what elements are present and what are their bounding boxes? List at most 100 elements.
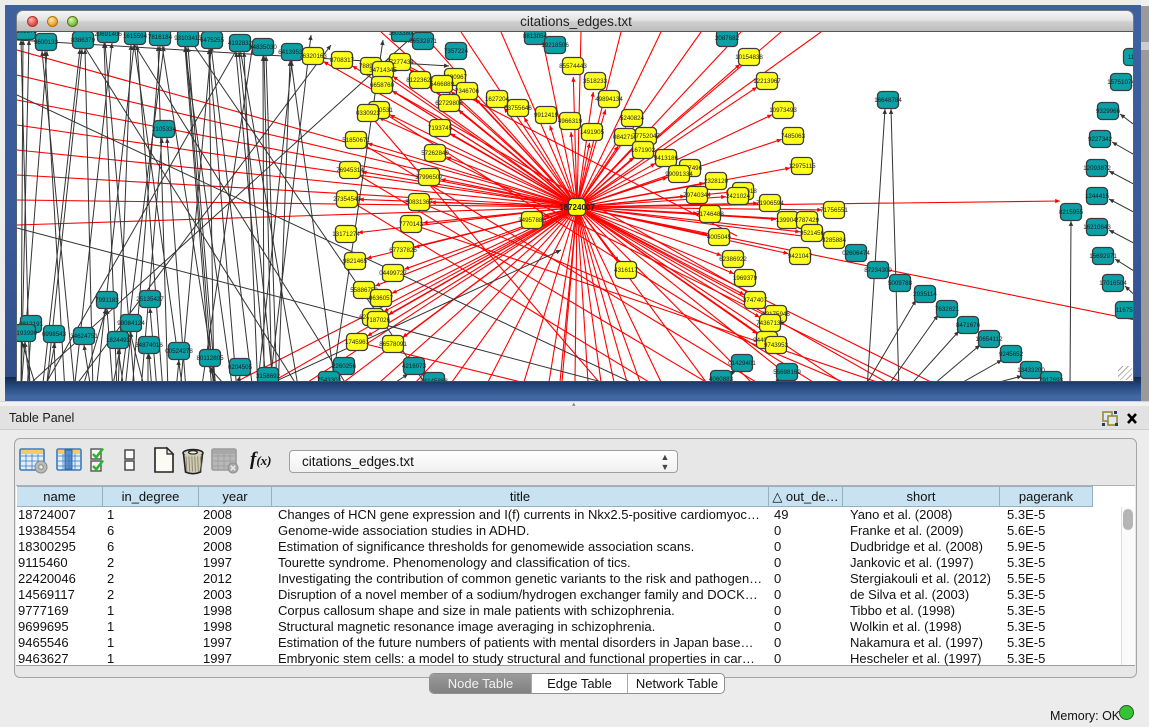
svg-text:12093872: 12093872 bbox=[1083, 165, 1111, 172]
svg-text:67737826: 67737826 bbox=[389, 247, 417, 254]
svg-text:5466889: 5466889 bbox=[430, 81, 455, 88]
svg-text:15751074: 15751074 bbox=[1107, 79, 1134, 86]
svg-text:9821465: 9821465 bbox=[343, 258, 368, 265]
svg-text:79740344: 79740344 bbox=[683, 192, 711, 199]
svg-text:96532871: 96532871 bbox=[409, 38, 437, 45]
svg-text:6658760: 6658760 bbox=[370, 82, 395, 89]
svg-text:80831367: 80831367 bbox=[405, 199, 433, 206]
svg-text:7991183: 7991183 bbox=[95, 297, 119, 304]
svg-text:19218506: 19218506 bbox=[541, 42, 569, 49]
svg-text:85574443: 85574443 bbox=[559, 63, 587, 70]
svg-text:1112: 1112 bbox=[1128, 54, 1134, 61]
svg-text:8708317: 8708317 bbox=[330, 57, 355, 64]
svg-text:27354549: 27354549 bbox=[333, 196, 361, 203]
svg-text:04499727: 04499727 bbox=[379, 270, 407, 277]
svg-text:4060883: 4060883 bbox=[709, 376, 734, 382]
svg-text:9245652: 9245652 bbox=[999, 351, 1024, 358]
svg-text:57262849: 57262849 bbox=[421, 150, 449, 157]
svg-text:76945314: 76945314 bbox=[336, 167, 364, 174]
svg-text:7770143: 7770143 bbox=[399, 221, 424, 228]
svg-text:4005045: 4005045 bbox=[707, 234, 732, 241]
svg-text:10154838: 10154838 bbox=[735, 54, 763, 61]
svg-text:55698169: 55698169 bbox=[773, 369, 801, 376]
svg-text:71756551: 71756551 bbox=[820, 207, 848, 214]
svg-text:9421047: 9421047 bbox=[788, 253, 813, 260]
svg-text:87234309: 87234309 bbox=[864, 267, 892, 274]
svg-text:3285884: 3285884 bbox=[822, 237, 847, 244]
svg-text:3158692: 3158692 bbox=[256, 373, 281, 380]
svg-text:6204505: 6204505 bbox=[228, 364, 253, 371]
svg-text:7917693: 7917693 bbox=[1039, 377, 1064, 382]
svg-text:1969379: 1969379 bbox=[733, 275, 758, 282]
svg-text:16210643: 16210643 bbox=[1083, 224, 1111, 231]
svg-text:9636057: 9636057 bbox=[369, 295, 394, 302]
svg-text:1671902: 1671902 bbox=[631, 147, 656, 154]
svg-text:7193745: 7193745 bbox=[428, 125, 453, 132]
svg-text:2328120: 2328120 bbox=[704, 178, 729, 185]
svg-text:3518233: 3518233 bbox=[583, 78, 608, 85]
svg-text:1605572: 1605572 bbox=[17, 32, 38, 35]
svg-text:10654112: 10654112 bbox=[975, 336, 1003, 343]
svg-text:12975115: 12975115 bbox=[788, 163, 816, 170]
svg-text:4966319: 4966319 bbox=[558, 118, 583, 125]
svg-text:1745961: 1745961 bbox=[345, 339, 370, 346]
svg-text:71906594: 71906594 bbox=[756, 200, 784, 207]
svg-text:62729806: 62729806 bbox=[435, 100, 463, 107]
svg-text:116753: 116753 bbox=[1116, 307, 1134, 314]
svg-text:53755646: 53755646 bbox=[504, 105, 532, 112]
svg-text:62386922: 62386922 bbox=[719, 256, 747, 263]
svg-text:8215955: 8215955 bbox=[1059, 209, 1084, 216]
svg-text:2787429: 2787429 bbox=[795, 217, 820, 224]
svg-text:9521456: 9521456 bbox=[800, 230, 825, 237]
svg-text:9413186: 9413186 bbox=[654, 155, 679, 162]
svg-text:99091334: 99091334 bbox=[665, 171, 693, 178]
svg-text:16648784: 16648784 bbox=[874, 97, 902, 104]
svg-text:34714345: 34714345 bbox=[369, 67, 397, 74]
svg-text:1615594: 1615594 bbox=[123, 33, 148, 40]
svg-text:0330923: 0330923 bbox=[356, 110, 381, 117]
svg-text:9329966: 9329966 bbox=[1096, 108, 1121, 115]
svg-text:51850671: 51850671 bbox=[342, 137, 370, 144]
svg-text:02606474: 02606474 bbox=[842, 250, 870, 257]
svg-text:17016504: 17016504 bbox=[1099, 280, 1127, 287]
svg-text:13171274: 13171274 bbox=[332, 231, 360, 238]
svg-text:54145868: 54145868 bbox=[420, 378, 448, 382]
svg-text:1824493: 1824493 bbox=[106, 337, 131, 344]
svg-text:9743953: 9743953 bbox=[764, 342, 789, 349]
svg-text:93103413: 93103413 bbox=[174, 35, 202, 42]
svg-text:37996507: 37996507 bbox=[415, 174, 443, 181]
svg-text:76320163: 76320163 bbox=[299, 53, 327, 60]
svg-text:1627204: 1627204 bbox=[485, 96, 510, 103]
svg-text:8471676: 8471676 bbox=[956, 322, 981, 329]
svg-text:5240824: 5240824 bbox=[620, 115, 645, 122]
svg-text:86578091: 86578091 bbox=[379, 341, 407, 348]
svg-text:9912419: 9912419 bbox=[534, 112, 559, 119]
svg-text:7346706: 7346706 bbox=[455, 88, 480, 95]
svg-text:4216073: 4216073 bbox=[402, 363, 427, 370]
svg-text:77752047: 77752047 bbox=[632, 133, 660, 140]
svg-text:25135427: 25135427 bbox=[136, 296, 164, 303]
svg-text:7357224: 7357224 bbox=[444, 48, 469, 55]
svg-text:9600133: 9600133 bbox=[34, 39, 59, 46]
svg-text:7543303: 7543303 bbox=[317, 377, 342, 382]
svg-text:34624751: 34624751 bbox=[70, 333, 98, 340]
svg-text:10973493: 10973493 bbox=[769, 107, 797, 114]
svg-text:7632621: 7632621 bbox=[935, 306, 960, 313]
svg-text:34874016: 34874016 bbox=[135, 342, 163, 349]
svg-text:3747407: 3747407 bbox=[743, 297, 768, 304]
svg-text:12213967: 12213967 bbox=[753, 78, 781, 85]
svg-text:6193990: 6193990 bbox=[17, 330, 38, 337]
svg-text:64835030: 64835030 bbox=[249, 44, 277, 51]
svg-text:9227342: 9227342 bbox=[1088, 136, 1113, 143]
svg-text:74367136: 74367136 bbox=[756, 320, 784, 327]
svg-text:00524278: 00524278 bbox=[165, 348, 193, 355]
svg-text:2260256: 2260256 bbox=[332, 363, 357, 370]
svg-text:5009788: 5009788 bbox=[888, 280, 913, 287]
svg-text:49894134: 49894134 bbox=[595, 96, 623, 103]
svg-text:7816184: 7816184 bbox=[148, 34, 173, 41]
svg-text:34957885: 34957885 bbox=[518, 217, 546, 224]
svg-text:20691406: 20691406 bbox=[94, 32, 122, 38]
svg-text:6998543: 6998543 bbox=[42, 331, 67, 338]
svg-text:2935114: 2935114 bbox=[913, 291, 937, 298]
svg-text:2087682: 2087682 bbox=[715, 35, 740, 42]
